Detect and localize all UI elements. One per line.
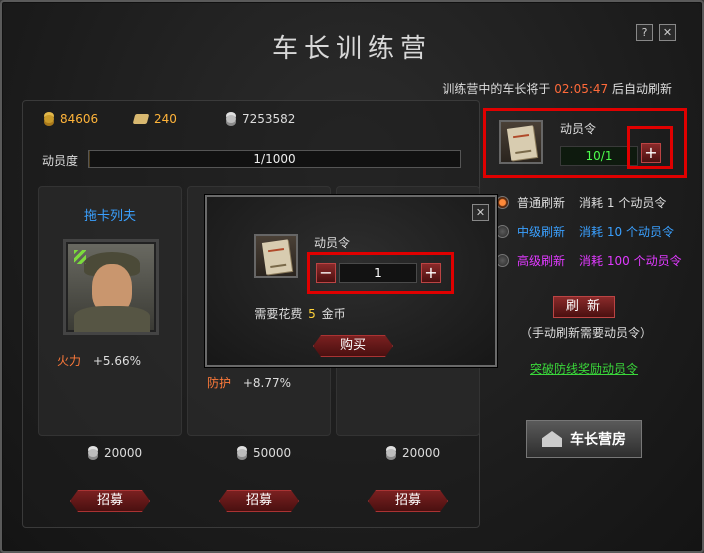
- recruit-button-1[interactable]: 招募: [70, 490, 150, 512]
- radio-medium[interactable]: [496, 225, 509, 238]
- option-name: 中级刷新: [517, 225, 566, 239]
- option-cost: 消耗 1 个动员令: [579, 194, 666, 211]
- refresh-timer: 02:05:47: [554, 82, 609, 96]
- cost-num: 10: [606, 225, 623, 239]
- cost-amount: 5: [308, 307, 316, 321]
- popup-close-button[interactable]: ✕: [472, 204, 489, 221]
- barracks-house-icon: [542, 431, 562, 447]
- stat-name: 火力: [57, 354, 82, 368]
- cost-prefix: 消耗: [579, 225, 604, 239]
- cost-prefix: 消耗: [579, 196, 604, 210]
- orders-amount: 240: [154, 112, 177, 126]
- order-scroll-icon: [132, 114, 150, 124]
- card-2-price: 50000: [237, 446, 291, 460]
- commander-name: 拖卡列夫: [83, 209, 136, 224]
- refresh-note: （手动刷新需要动员令）: [520, 326, 653, 340]
- option-cost: 消耗 10 个动员令: [579, 223, 674, 240]
- cost-suffix: 个动员令: [633, 254, 682, 268]
- stat-name: 防护: [207, 376, 232, 390]
- morale-label: 动员度: [42, 154, 79, 168]
- recruit-button-3[interactable]: 招募: [368, 490, 448, 512]
- radio-advanced[interactable]: [496, 254, 509, 267]
- highlight-quantity-stepper: [307, 252, 454, 294]
- card-2-stat: 防护 +8.77%: [207, 374, 291, 391]
- order-paper-icon: [261, 239, 293, 275]
- card-1-price: 20000: [88, 446, 142, 460]
- highlight-plus-button: [627, 126, 673, 169]
- card-3-price: 20000: [386, 446, 440, 460]
- option-cost: 消耗 100 个动员令: [579, 252, 682, 269]
- stat-value: +8.77%: [242, 376, 292, 390]
- option-name: 普通刷新: [517, 196, 566, 210]
- recruit-button-2[interactable]: 招募: [219, 490, 299, 512]
- stat-value: +5.66%: [92, 354, 142, 368]
- window-title: 车长训练营: [271, 34, 432, 64]
- close-button[interactable]: ✕: [659, 24, 676, 41]
- help-button[interactable]: ?: [636, 24, 653, 41]
- cost-prefix: 需要花费: [254, 307, 303, 321]
- silver-coin-icon: [386, 449, 396, 457]
- radio-normal[interactable]: [496, 196, 509, 209]
- refresh-option-advanced[interactable]: 高级刷新 消耗 100 个动员令: [496, 252, 682, 269]
- notice-prefix: 训练营中的车长将于: [442, 82, 551, 96]
- barracks-label: 车长营房: [570, 432, 626, 448]
- cost-num: 1: [606, 196, 615, 210]
- gold-resource: 84606: [44, 112, 98, 126]
- cost-num: 100: [606, 254, 630, 268]
- buy-button[interactable]: 购买: [313, 335, 393, 357]
- cost-suffix: 金币: [321, 307, 346, 321]
- orders-resource: 240: [132, 112, 177, 126]
- refresh-option-medium[interactable]: 中级刷新 消耗 10 个动员令: [496, 223, 674, 240]
- popup-order-icon: [254, 234, 298, 278]
- auto-refresh-notice: 训练营中的车长将于 02:05:47 后自动刷新: [442, 80, 672, 97]
- popup-item-name: 动员令: [314, 236, 351, 250]
- cost-prefix: 消耗: [579, 254, 604, 268]
- commander-barracks-button[interactable]: 车长营房: [526, 420, 642, 458]
- silver-amount: 7253582: [242, 112, 296, 126]
- cost-suffix: 个动员令: [625, 225, 674, 239]
- cost-suffix: 个动员令: [618, 196, 667, 210]
- notice-suffix: 后自动刷新: [611, 82, 672, 96]
- silver-coin-icon: [237, 449, 247, 457]
- refresh-option-normal[interactable]: 普通刷新 消耗 1 个动员令: [496, 194, 666, 211]
- option-name: 高级刷新: [517, 254, 566, 268]
- bonus-orders-link[interactable]: 突破防线奖励动员令: [530, 360, 638, 377]
- card-1-stat: 火力 +5.66%: [57, 352, 141, 369]
- silver-resource: 7253582: [226, 112, 295, 126]
- silver-coin-icon: [226, 115, 236, 123]
- price-value: 20000: [402, 446, 441, 460]
- gold-amount: 84606: [60, 112, 99, 126]
- morale-progress-bar: 1/1000: [88, 150, 461, 168]
- gold-coin-icon: [44, 115, 54, 123]
- price-value: 20000: [104, 446, 143, 460]
- popup-cost-line: 需要花费 5 金币: [0, 305, 652, 322]
- silver-coin-icon: [88, 449, 98, 457]
- rank-chevron-icon: [74, 250, 86, 264]
- morale-value: 1/1000: [253, 152, 296, 166]
- price-value: 50000: [253, 446, 292, 460]
